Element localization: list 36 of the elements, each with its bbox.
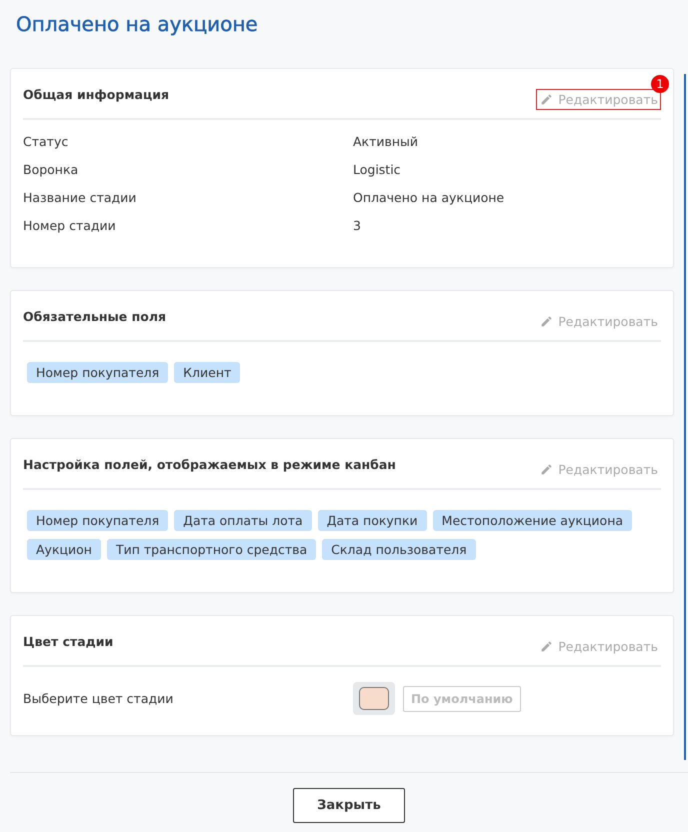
pencil-icon — [540, 463, 554, 476]
pencil-icon — [540, 315, 554, 328]
field-label: Воронка — [23, 162, 80, 177]
page-title: Оплачено на аукционе — [15, 11, 259, 38]
field-label: Название стадии — [23, 190, 138, 205]
field-tag: Склад пользователя — [322, 539, 476, 560]
edit-button[interactable]: Редактировать — [536, 89, 661, 110]
section-title: Общая информация — [23, 87, 170, 102]
edit-button[interactable]: Редактировать — [536, 311, 661, 332]
field-label: Статус — [23, 134, 70, 149]
section-title: Обязательные поля — [23, 309, 166, 324]
field-value: Активный — [353, 134, 420, 149]
field-tag: Тип транспортного средства — [106, 539, 316, 560]
field-tag: Клиент — [174, 362, 240, 383]
field-value: 3 — [353, 218, 362, 233]
pencil-icon — [540, 640, 554, 653]
default-button[interactable]: По умолчанию — [403, 686, 521, 712]
color-picker[interactable] — [353, 682, 395, 715]
field-value: Оплачено на аукционе — [353, 190, 506, 205]
field-tag: Номер покупателя — [27, 362, 168, 383]
field-label: Выберите цвет стадии — [23, 691, 174, 706]
field-value: Logistic — [353, 162, 402, 177]
close-button[interactable]: Закрыть — [293, 788, 405, 823]
number-badge: 1 — [651, 75, 669, 93]
scrollbar[interactable] — [684, 74, 686, 760]
field-tag: Дата покупки — [318, 510, 427, 531]
field-tag: Аукцион — [27, 539, 101, 560]
pencil-icon — [540, 93, 554, 106]
section-title: Настройка полей, отображаемых в режиме канбан — [23, 457, 396, 472]
edit-button[interactable]: Редактировать — [536, 459, 661, 480]
edit-button[interactable]: Редактировать — [536, 636, 661, 657]
field-tag: Номер покупателя — [27, 510, 168, 531]
field-tag: Дата оплаты лота — [174, 510, 312, 531]
field-tag: Местоположение аукциона — [432, 510, 632, 531]
section-title: Цвет стадии — [23, 634, 114, 649]
field-label: Номер стадии — [23, 218, 117, 233]
